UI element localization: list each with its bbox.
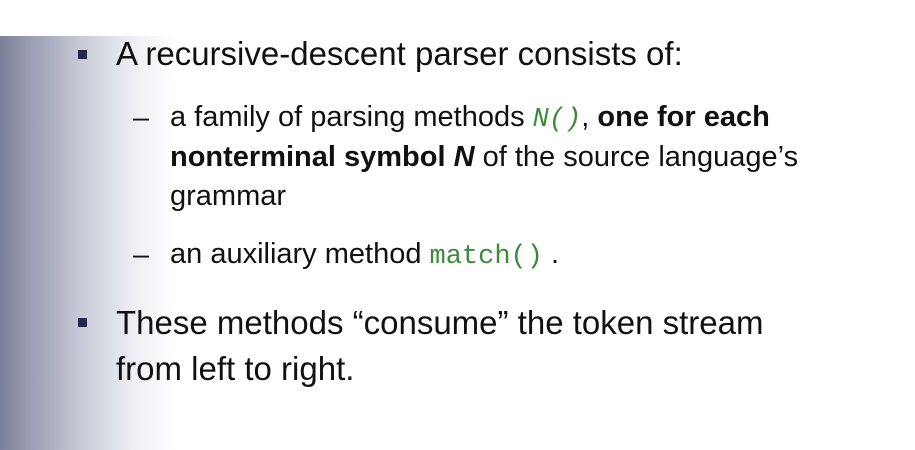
sub-bullet-2-text: an auxiliary method — [170, 238, 430, 270]
sub-bullet-1-line-1: a family of parsing methods N(), one for… — [170, 98, 770, 140]
code-match-method: match() — [429, 242, 543, 272]
sub-bullet-2-line: an auxiliary method match() . — [170, 235, 559, 277]
sub-bullet-1-bold-text: one for each — [597, 101, 770, 133]
bullet-2-line-1: These methods “consume” the token stream — [116, 304, 764, 341]
sub-bullet-1-bold-text-2: nonterminal symbol — [170, 141, 454, 173]
sub-bullet-1-comma: , — [581, 101, 598, 133]
sub-bullet-1-tail: of the source language’s — [474, 141, 799, 173]
sub-bullet-2-period: . — [542, 238, 560, 270]
bullet-square-icon — [78, 318, 87, 327]
sub-bullet-1-text: a family of parsing methods — [170, 101, 533, 133]
dash-icon: – — [133, 239, 150, 271]
sub-bullet-1-line-2: nonterminal symbol N of the source langu… — [170, 138, 798, 177]
nonterminal-symbol-n: N — [453, 141, 475, 173]
slide-content: A recursive-descent parser consists of: … — [0, 0, 915, 450]
sub-bullet-1-line-3: grammar — [170, 180, 287, 212]
dash-icon: – — [133, 102, 150, 134]
bullet-1-text: A recursive-descent parser consists of: — [116, 35, 683, 72]
bullet-2-line-2: from left to right. — [116, 350, 355, 387]
code-parsing-method: N() — [532, 105, 582, 135]
bullet-square-icon — [78, 50, 87, 59]
